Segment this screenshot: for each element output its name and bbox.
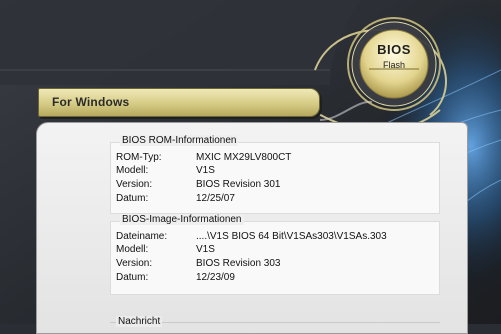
rom-version-label: Version:: [116, 179, 153, 190]
image-row-version: Version: BIOS Revision 303: [116, 258, 436, 271]
image-filename-label: Dateiname:: [116, 231, 168, 242]
for-windows-banner: For Windows: [38, 88, 320, 117]
rom-model-label: Modell:: [116, 165, 149, 176]
rom-version-value: BIOS Revision 301: [196, 179, 281, 190]
image-version-value: BIOS Revision 303: [196, 258, 281, 269]
image-model-value: V1S: [196, 244, 215, 255]
rom-row-date: Datum: 12/25/07: [116, 193, 436, 206]
image-model-label: Modell:: [116, 244, 149, 255]
banner-label: For Windows: [52, 95, 130, 109]
rom-date-value: 12/25/07: [196, 193, 235, 204]
flash-label: Flash: [382, 60, 405, 70]
image-version-label: Version:: [116, 258, 153, 269]
rom-row-version: Version: BIOS Revision 301: [116, 179, 436, 192]
bios-flash-button[interactable]: BIOS Flash: [351, 24, 437, 104]
rom-info-group: BIOS ROM-Informationen ROM-Typ: MXIC MX2…: [110, 135, 440, 214]
rom-row-model: Modell: V1S: [116, 165, 436, 178]
message-title: Nachricht: [116, 316, 163, 327]
rom-info-title: BIOS ROM-Informationen: [120, 135, 239, 146]
image-row-date: Datum: 12/23/09: [116, 272, 436, 285]
image-row-model: Modell: V1S: [116, 244, 436, 257]
image-date-value: 12/23/09: [196, 272, 235, 283]
image-info-group: BIOS-Image-Informationen Dateiname: ....…: [110, 214, 440, 295]
image-filename-value: ....\V1S BIOS 64 Bit\V1SAs303\V1SAs.303: [196, 231, 387, 242]
rom-model-value: V1S: [196, 165, 215, 176]
rom-type-label: ROM-Typ:: [116, 152, 162, 163]
rom-row-type: ROM-Typ: MXIC MX29LV800CT: [116, 152, 436, 165]
image-info-title: BIOS-Image-Informationen: [120, 214, 244, 225]
rom-type-value: MXIC MX29LV800CT: [196, 152, 292, 163]
image-row-filename: Dateiname: ....\V1S BIOS 64 Bit\V1SAs303…: [116, 231, 436, 244]
rom-date-label: Datum:: [116, 193, 149, 204]
image-date-label: Datum:: [116, 272, 149, 283]
bios-label: BIOS: [377, 42, 411, 57]
